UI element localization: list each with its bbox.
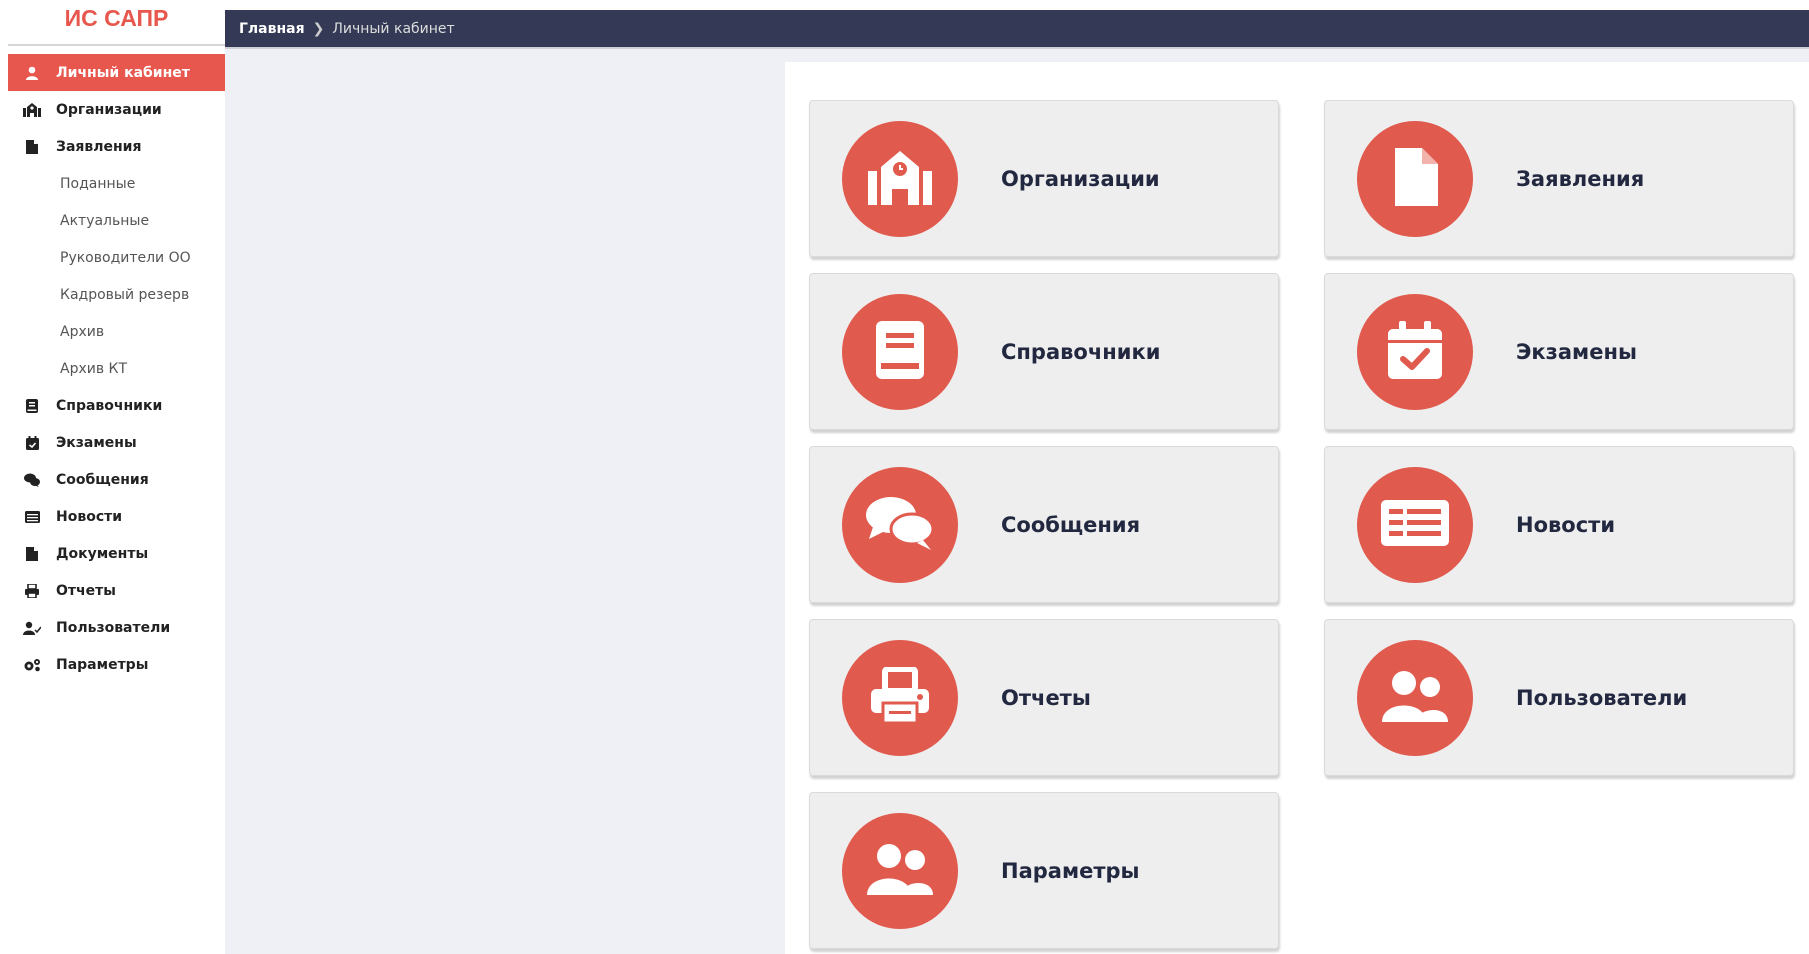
tile-icon-circle [1357,466,1473,583]
tile-users[interactable]: Пользователи [1324,619,1794,776]
sidebar-item-users[interactable]: Пользователи [8,609,225,646]
file-icon [20,135,44,159]
sidebar-item-label: Организации [56,101,162,118]
sidebar-subitem-heads[interactable]: Руководители ОО [8,239,225,276]
sidebar-item-label: Экзамены [56,434,137,451]
tile-icon-circle [1357,639,1473,756]
tile-references[interactable]: Справочники [809,273,1279,430]
tile-icon-circle [1357,120,1473,237]
file-icon [20,542,44,566]
tile-organizations[interactable]: Организации [809,100,1279,257]
sidebar: ИС САПР Личный кабинет Организации Заявл… [8,0,225,954]
sidebar-subitem-archive-kt[interactable]: Архив КТ [8,350,225,387]
print-icon [871,665,929,729]
print-icon [20,579,44,603]
tile-icon-circle [842,639,958,756]
sidebar-item-label: Отчеты [56,582,116,599]
users-icon [20,616,44,640]
app-logo-title[interactable]: ИС САПР [8,0,225,46]
newspaper-icon [1381,499,1449,550]
tile-settings[interactable]: Параметры [809,792,1279,949]
breadcrumb: Главная ❯ Личный кабинет [225,10,1809,47]
tile-messages[interactable]: Сообщения [809,446,1279,603]
dashboard-panel: Организации Заявления Справочники Экзаме… [785,62,1809,954]
sidebar-nav: Личный кабинет Организации Заявления Под… [8,54,225,683]
sidebar-item-news[interactable]: Новости [8,498,225,535]
sidebar-item-reports[interactable]: Отчеты [8,572,225,609]
sidebar-item-label: Новости [56,508,123,525]
sidebar-item-label: Документы [56,545,149,562]
tile-news[interactable]: Новости [1324,446,1794,603]
sidebar-subitem-reserve[interactable]: Кадровый резерв [8,276,225,313]
sidebar-item-label: Личный кабинет [56,64,190,81]
tile-label: Отчеты [1001,685,1091,710]
sidebar-item-settings[interactable]: Параметры [8,646,225,683]
school-icon [20,98,44,122]
comments-icon [20,468,44,492]
tile-icon-circle [842,120,958,237]
users-icon [1382,670,1448,726]
user-icon [20,61,44,85]
tile-label: Организации [1001,166,1160,191]
tile-label: Заявления [1516,166,1645,191]
sidebar-item-label: Справочники [56,397,163,414]
sidebar-item-documents[interactable]: Документы [8,535,225,572]
breadcrumb-current: Личный кабинет [332,20,455,37]
sidebar-item-organizations[interactable]: Организации [8,91,225,128]
sidebar-item-label: Пользователи [56,619,171,636]
tile-label: Справочники [1001,339,1161,364]
book-icon [20,394,44,418]
tile-exams[interactable]: Экзамены [1324,273,1794,430]
calendar-check-icon [20,431,44,455]
tile-applications[interactable]: Заявления [1324,100,1794,257]
sidebar-subitem-actual[interactable]: Актуальные [8,202,225,239]
sidebar-subitem-submitted[interactable]: Поданные [8,165,225,202]
users-icon [867,843,933,899]
tile-label: Экзамены [1516,339,1637,364]
tile-icon-circle [842,812,958,929]
tile-label: Сообщения [1001,512,1141,537]
breadcrumb-home-link[interactable]: Главная [239,21,305,37]
tile-icon-circle [842,466,958,583]
sidebar-item-personal-cabinet[interactable]: Личный кабинет [8,54,225,91]
chevron-right-icon: ❯ [312,20,325,37]
newspaper-icon [20,505,44,529]
book-icon [876,320,924,383]
tile-icon-circle [842,293,958,410]
sidebar-item-messages[interactable]: Сообщения [8,461,225,498]
cogs-icon [20,653,44,677]
tile-reports[interactable]: Отчеты [809,619,1279,776]
comments-icon [865,495,935,555]
school-icon [868,149,932,209]
sidebar-item-label: Сообщения [56,471,149,488]
tile-label: Пользователи [1516,685,1688,710]
sidebar-item-exams[interactable]: Экзамены [8,424,225,461]
sidebar-item-label: Заявления [56,138,142,155]
file-icon [1392,147,1438,210]
sidebar-item-label: Параметры [56,656,149,673]
tile-label: Параметры [1001,858,1140,883]
tile-icon-circle [1357,293,1473,410]
sidebar-item-references[interactable]: Справочники [8,387,225,424]
calendar-check-icon [1388,320,1442,383]
sidebar-item-applications[interactable]: Заявления [8,128,225,165]
tile-label: Новости [1516,512,1616,537]
sidebar-subitem-archive[interactable]: Архив [8,313,225,350]
